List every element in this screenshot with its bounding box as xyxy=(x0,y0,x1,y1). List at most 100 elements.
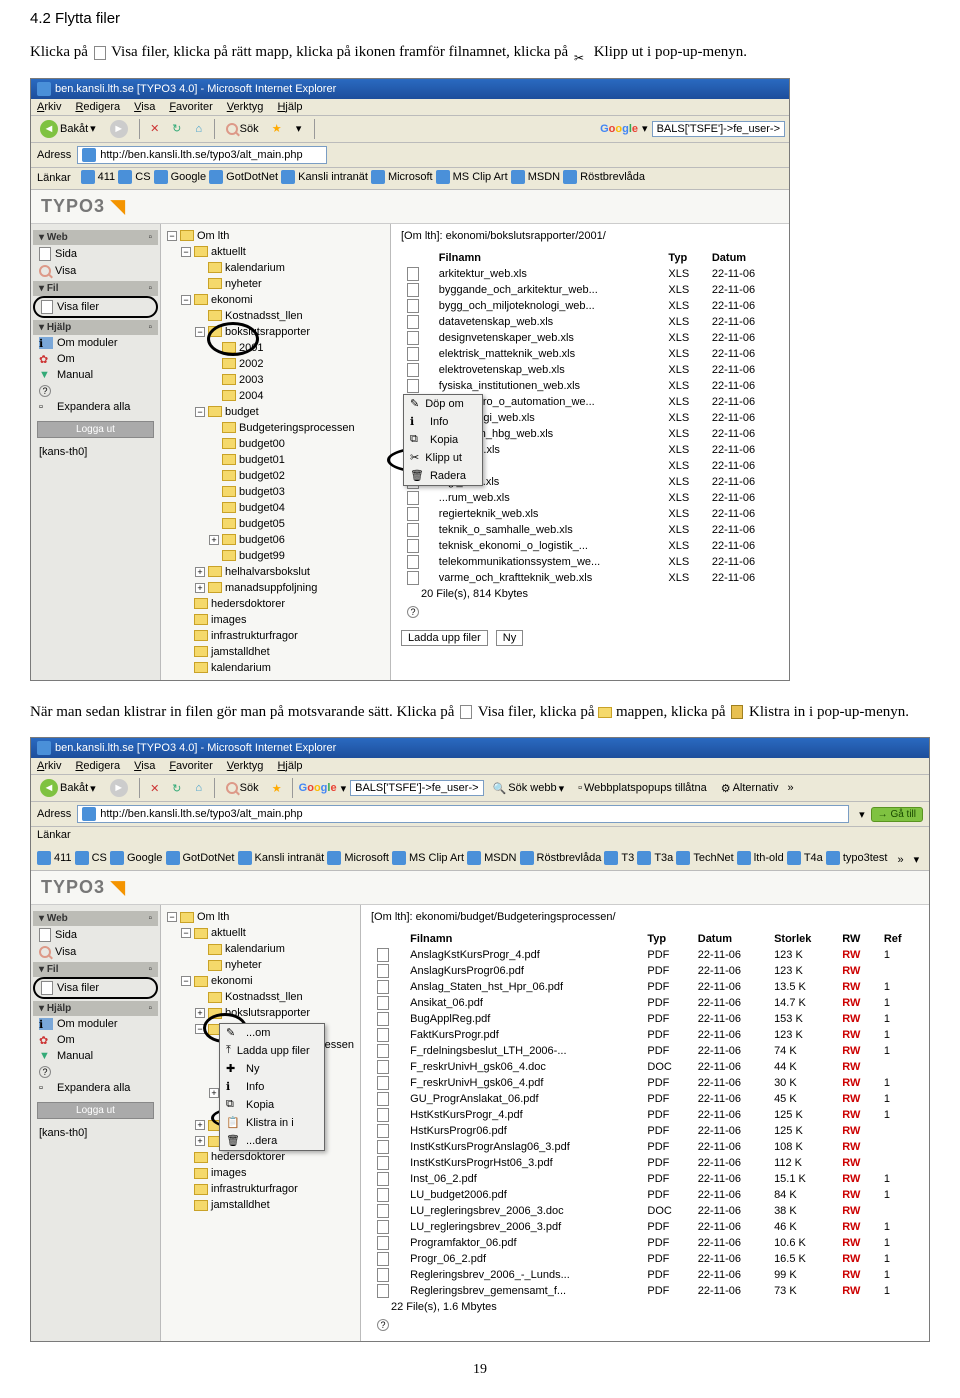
link-msdn[interactable]: MSDN xyxy=(467,851,516,865)
tree-item[interactable]: budget05 xyxy=(167,516,384,532)
tree-item[interactable]: −ekonomi xyxy=(167,292,384,308)
link-ms-clip-art[interactable]: MS Clip Art xyxy=(436,170,508,184)
tree-item[interactable]: +bokslutsrapporter xyxy=(167,1005,354,1021)
search-web-button[interactable]: 🔍 Sök webb ▾ xyxy=(488,780,570,797)
file-row[interactable]: HstKursProgr06.pdfPDF22-11-06125 KRW xyxy=(371,1123,919,1139)
popup-button[interactable]: ▫ Webbplatspopups tillåtna xyxy=(573,780,712,796)
context-menu-item[interactable]: 📋Klistra in i xyxy=(220,1114,324,1132)
tree-item[interactable]: hedersdoktorer xyxy=(167,596,384,612)
mod-expand-all[interactable]: ▫Expandera alla xyxy=(33,1080,158,1096)
context-menu-item[interactable]: ✎Döp om xyxy=(404,395,482,413)
mod-manual[interactable]: ▼Manual xyxy=(33,1048,158,1064)
forward-button[interactable]: ► xyxy=(105,777,133,799)
context-menu-item[interactable]: ✚Ny xyxy=(220,1060,324,1078)
file-row[interactable]: GU_ProgrAnslakat_06.pdfPDF22-11-0645 KRW… xyxy=(371,1091,919,1107)
file-row[interactable]: teknisk_ekonomi_o_logistik_...XLS22-11-0… xyxy=(401,538,779,554)
back-button[interactable]: ◄Bakåt ▾ xyxy=(35,777,101,799)
file-row[interactable]: AnslagKursProgr06.pdfPDF22-11-06123 KRW xyxy=(371,963,919,979)
menu-favoriter[interactable]: Favoriter xyxy=(169,760,212,772)
file-row[interactable]: F_reskrUnivH_gsk06_4.docDOC22-11-0644 KR… xyxy=(371,1059,919,1075)
tree-item[interactable]: 2003 xyxy=(167,372,384,388)
home-button[interactable]: ⌂ xyxy=(190,120,208,138)
link-cs[interactable]: CS xyxy=(118,170,150,184)
tree-item[interactable]: images xyxy=(167,612,384,628)
tree-item[interactable]: kalendarium xyxy=(167,260,384,276)
tree-item[interactable]: hedersdoktorer xyxy=(167,1149,354,1165)
search-button[interactable]: Sök xyxy=(221,780,264,796)
context-menu[interactable]: ✎Döp omℹInfo⧉Kopia✂Klipp ut🗑Radera xyxy=(403,394,483,486)
logout-button[interactable]: Logga ut xyxy=(37,421,154,438)
tree-item[interactable]: Budgeteringsprocessen xyxy=(167,420,384,436)
link-microsoft[interactable]: Microsoft xyxy=(327,851,389,865)
file-row[interactable]: byggande_och_arkitektur_web...XLS22-11-0… xyxy=(401,282,779,298)
tree-item[interactable]: budget99 xyxy=(167,548,384,564)
file-row[interactable]: InstKstKursProgrAnslag06_3.pdfPDF22-11-0… xyxy=(371,1139,919,1155)
mod-section-fil[interactable]: ▾ Fil▫ xyxy=(33,281,158,296)
tree-item[interactable]: Kostnadsst_llen xyxy=(167,989,354,1005)
favorites-button[interactable]: ★ xyxy=(268,779,286,797)
mod-om-moduler[interactable]: ℹOm moduler xyxy=(33,1016,158,1032)
tree-item[interactable]: kalendarium xyxy=(167,660,384,676)
address-input[interactable]: http://ben.kansli.lth.se/typo3/alt_main.… xyxy=(77,146,327,164)
context-menu-item[interactable]: ℹInfo xyxy=(404,413,482,431)
tree-item[interactable]: budget01 xyxy=(167,452,384,468)
menu-visa[interactable]: Visa xyxy=(134,760,155,772)
link-kansli-intranät[interactable]: Kansli intranät xyxy=(281,170,368,184)
link-microsoft[interactable]: Microsoft xyxy=(371,170,433,184)
tree-item[interactable]: −budget xyxy=(167,404,384,420)
tree-item[interactable]: 2002 xyxy=(167,356,384,372)
mod-visa[interactable]: Visa xyxy=(33,944,158,960)
tree-root[interactable]: −Om lth xyxy=(167,909,354,925)
tree-item[interactable]: images xyxy=(167,1165,354,1181)
link-t3[interactable]: T3 xyxy=(604,851,634,865)
menu-favoriter[interactable]: Favoriter xyxy=(169,101,212,113)
file-row[interactable]: F_reskrUnivH_gsk06_4.pdfPDF22-11-0630 KR… xyxy=(371,1075,919,1091)
link-411[interactable]: 411 xyxy=(37,851,72,865)
link-msdn[interactable]: MSDN xyxy=(511,170,560,184)
mod-visa-filer[interactable]: Visa filer xyxy=(33,296,158,318)
tree-item[interactable]: −aktuellt xyxy=(167,925,354,941)
tree-item[interactable]: kalendarium xyxy=(167,941,354,957)
mod-section-hjalp[interactable]: ▾ Hjälp▫ xyxy=(33,1001,158,1016)
refresh-button[interactable]: ↻ xyxy=(168,779,186,797)
history-button[interactable]: ▾ xyxy=(290,120,308,138)
menubar[interactable]: Arkiv Redigera Visa Favoriter Verktyg Hjälp xyxy=(31,99,789,116)
mod-section-hjalp[interactable]: ▾ Hjälp▫ xyxy=(33,320,158,335)
link-gotdotnet[interactable]: GotDotNet xyxy=(166,851,235,865)
menu-arkiv[interactable]: Arkiv xyxy=(37,101,61,113)
file-row[interactable]: Programfaktor_06.pdfPDF22-11-0610.6 KRW1 xyxy=(371,1235,919,1251)
menu-hjälp[interactable]: Hjälp xyxy=(277,101,302,113)
tree-item[interactable]: −ekonomi xyxy=(167,973,354,989)
file-row[interactable]: bygg_och_miljoteknologi_web...XLS22-11-0… xyxy=(401,298,779,314)
file-row[interactable]: ...rum_web.xlsXLS22-11-06 xyxy=(401,490,779,506)
file-row[interactable]: Inst_06_2.pdfPDF22-11-0615.1 KRW1 xyxy=(371,1171,919,1187)
link-cs[interactable]: CS xyxy=(75,851,107,865)
file-row[interactable]: HstKstKursProgr_4.pdfPDF22-11-06125 KRW1 xyxy=(371,1107,919,1123)
link-technet[interactable]: TechNet xyxy=(676,851,733,865)
file-row[interactable]: BugApplReg.pdfPDF22-11-06153 KRW1 xyxy=(371,1011,919,1027)
menu-visa[interactable]: Visa xyxy=(134,101,155,113)
file-row[interactable]: varme_och_kraftteknik_web.xlsXLS22-11-06 xyxy=(401,570,779,586)
link-t3a[interactable]: T3a xyxy=(637,851,673,865)
tree-item[interactable]: 2001 xyxy=(167,340,384,356)
new-button[interactable]: Ny xyxy=(496,630,523,646)
file-row[interactable]: teknik_o_samhalle_web.xlsXLS22-11-06 xyxy=(401,522,779,538)
menu-redigera[interactable]: Redigera xyxy=(75,101,120,113)
tree-item[interactable]: +manadsuppfoljning xyxy=(167,580,384,596)
context-menu-item[interactable]: ⤒Ladda upp filer xyxy=(220,1042,324,1060)
link-t4a[interactable]: T4a xyxy=(787,851,823,865)
menu-verktyg[interactable]: Verktyg xyxy=(227,101,264,113)
file-row[interactable]: LU_regleringsbrev_2006_3.pdfPDF22-11-064… xyxy=(371,1219,919,1235)
mod-visa[interactable]: Visa xyxy=(33,263,158,279)
link-google[interactable]: Google xyxy=(110,851,162,865)
menubar[interactable]: ArkivRedigeraVisaFavoriterVerktygHjälp xyxy=(31,758,929,775)
menu-redigera[interactable]: Redigera xyxy=(75,760,120,772)
link-röstbrevlåda[interactable]: Röstbrevlåda xyxy=(563,170,645,184)
search-button[interactable]: Sök xyxy=(221,121,264,137)
context-menu-item[interactable]: ✎...om xyxy=(220,1024,324,1042)
tree-item[interactable]: budget04 xyxy=(167,500,384,516)
back-button[interactable]: ◄Bakåt ▾ xyxy=(35,118,101,140)
tree-root[interactable]: −Om lth xyxy=(167,228,384,244)
go-button[interactable]: → Gå till xyxy=(871,807,923,822)
file-row[interactable]: F_rdelningsbeslut_LTH_2006-...PDF22-11-0… xyxy=(371,1043,919,1059)
